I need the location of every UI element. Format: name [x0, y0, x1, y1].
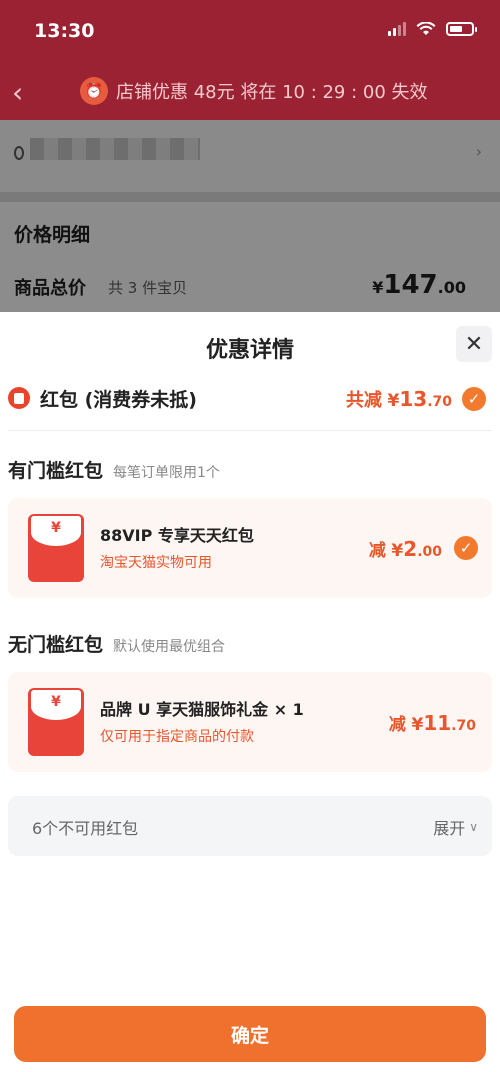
unavailable-coupons-row[interactable]: 6个不可用红包 展开 ∨ — [8, 796, 492, 856]
chevron-left-icon[interactable]: ‹ — [12, 76, 23, 109]
total-price-label: 商品总价 — [14, 278, 86, 299]
status-bar: 13:30 — [0, 0, 500, 62]
section-subtitle: 每笔订单限用1个 — [113, 465, 220, 481]
status-time: 13:30 — [34, 20, 95, 42]
sheet-title: 优惠详情 — [205, 338, 294, 363]
alarm-clock-icon: ⏰ — [80, 77, 108, 105]
chevron-down-icon: ∨ — [469, 820, 478, 834]
close-icon: ✕ — [464, 331, 484, 357]
summary-amount: 共减 ¥13.70 — [345, 387, 452, 411]
red-envelope-icon: ¥ — [28, 688, 84, 756]
red-envelope-icon — [8, 387, 30, 409]
check-circle-icon[interactable]: ✓ — [454, 536, 478, 560]
coupon-card-88vip[interactable]: ¥ 88VIP 专享天天红包 淘宝天猫实物可用 减 ¥2.00 ✓ — [8, 498, 492, 598]
coupon-card-brand-gift[interactable]: ¥ 品牌 U 享天猫服饰礼金 × 1 仅可用于指定商品的付款 减 ¥11.70 — [8, 672, 492, 772]
section-title: 无门槛红包 — [8, 634, 104, 656]
divider — [8, 430, 492, 431]
section-title: 有门槛红包 — [8, 460, 104, 482]
discount-detail-sheet: 优惠详情 ✕ 红包 (消费券未抵) 共减 ¥13.70 ✓ 有门槛红包 每笔订单… — [0, 312, 500, 1072]
address-row[interactable]: › — [0, 120, 500, 192]
coupon-name: 88VIP 专享天天红包 — [100, 526, 254, 545]
coupon-amount: 减 ¥2.00 — [368, 537, 442, 561]
coupon-name: 品牌 U 享天猫服饰礼金 × 1 — [100, 700, 304, 719]
coupon-desc: 仅可用于指定商品的付款 — [100, 729, 254, 745]
summary-label: 红包 (消费券未抵) — [40, 389, 197, 411]
red-packet-summary[interactable]: 红包 (消费券未抵) 共减 ¥13.70 ✓ — [0, 380, 500, 432]
status-icons — [388, 22, 477, 36]
unavailable-label: 6个不可用红包 — [32, 819, 139, 838]
promo-text: 店铺优惠 48元 将在 10 : 29 : 00 失效 — [116, 82, 428, 103]
check-circle-icon[interactable]: ✓ — [462, 387, 486, 411]
address-redacted — [30, 138, 200, 160]
item-count: 共 3 件宝贝 — [108, 279, 188, 297]
expand-button[interactable]: 展开 ∨ — [433, 815, 478, 839]
cellular-signal-icon — [388, 22, 406, 36]
chevron-right-icon: › — [475, 142, 482, 161]
total-price: ¥147.00 — [372, 270, 466, 300]
location-icon — [14, 146, 24, 160]
store-promo-countdown: ⏰ 店铺优惠 48元 将在 10 : 29 : 00 失效 — [80, 77, 428, 105]
nav-bar: ‹ ⏰ 店铺优惠 48元 将在 10 : 29 : 00 失效 — [0, 62, 500, 120]
section-gap — [0, 192, 500, 202]
battery-icon — [446, 22, 477, 36]
wifi-icon — [416, 22, 436, 35]
coupon-amount: 减 ¥11.70 — [388, 711, 476, 735]
confirm-button[interactable]: 确定 — [14, 1006, 486, 1062]
close-button[interactable]: ✕ — [456, 326, 492, 362]
price-detail-section: 价格明细 商品总价 共 3 件宝贝 ¥147.00 — [0, 202, 500, 312]
threshold-section-header: 有门槛红包 每笔订单限用1个 — [8, 456, 220, 483]
section-subtitle: 默认使用最优组合 — [113, 639, 226, 655]
no-threshold-section-header: 无门槛红包 默认使用最优组合 — [8, 630, 225, 657]
price-detail-title: 价格明细 — [14, 224, 91, 246]
red-envelope-icon: ¥ — [28, 514, 84, 582]
coupon-desc: 淘宝天猫实物可用 — [100, 555, 212, 571]
